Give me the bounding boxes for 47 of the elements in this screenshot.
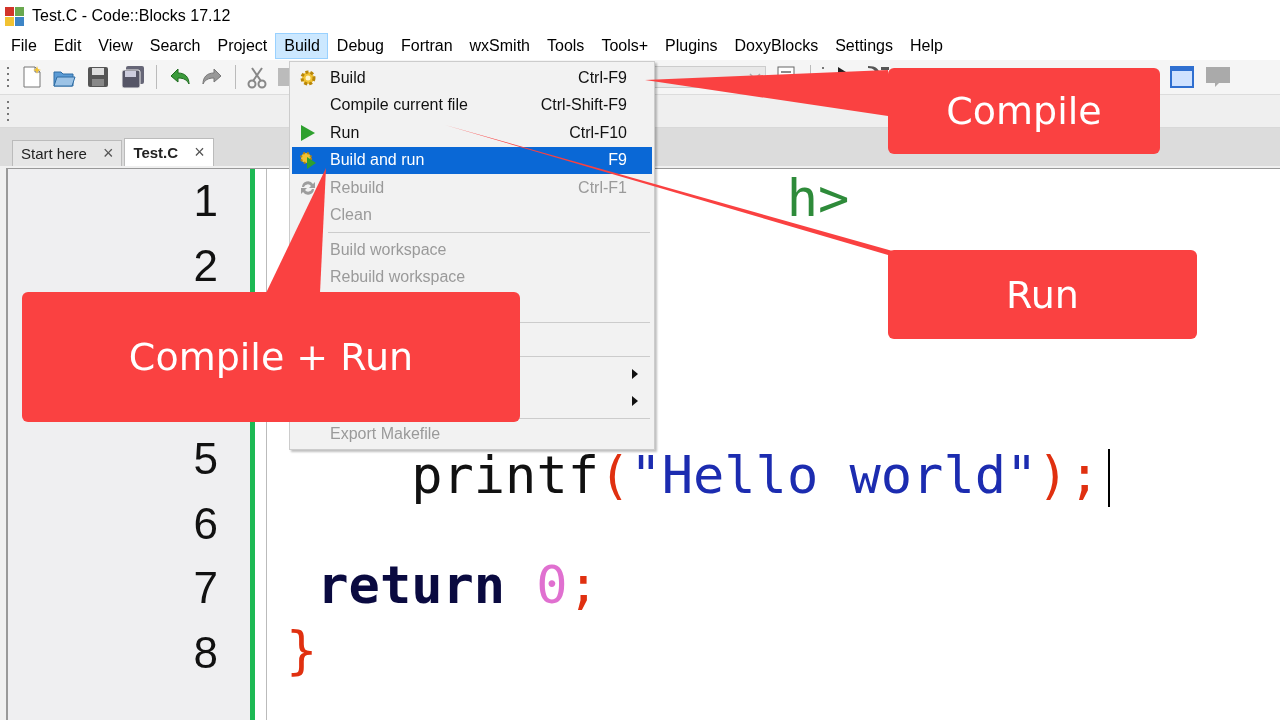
tab-close-button[interactable]: × (102, 143, 114, 164)
save-all-icon[interactable] (120, 65, 146, 89)
annotation-callout: Compile + Run (22, 292, 520, 422)
submenu-arrow-icon (632, 368, 638, 379)
comment-icon[interactable] (1205, 65, 1231, 89)
toolbar-grip[interactable] (6, 65, 10, 89)
code-line: h> (786, 172, 850, 224)
menu-item[interactable]: Compile current file Ctrl-Shift-F9 (292, 91, 652, 119)
save-icon[interactable] (86, 65, 110, 89)
editor-tab[interactable]: Test.C × (124, 138, 214, 166)
code-line: } (286, 623, 318, 676)
menu-item[interactable]: Help (900, 33, 951, 59)
menu-item[interactable]: Settings (826, 33, 901, 59)
menu-item[interactable]: Debug (327, 33, 392, 59)
annotation-callout: Run (888, 250, 1197, 339)
menu-item[interactable]: DoxyBlocks (725, 33, 827, 59)
line-number: 1 (193, 176, 218, 227)
menu-item[interactable]: Search (140, 33, 209, 59)
menu-item[interactable]: Tools+ (592, 33, 657, 59)
line-number: 5 (193, 434, 218, 485)
tab-label: Test.C (133, 144, 179, 161)
tab-close-button[interactable]: × (194, 142, 205, 163)
menu-item[interactable]: wxSmith (460, 33, 538, 59)
menu-item[interactable]: Build and run F9 (292, 146, 652, 174)
menu-item[interactable]: Run Ctrl-F10 (292, 119, 652, 147)
submenu-arrow-icon (632, 396, 638, 407)
menu-item[interactable]: View (89, 33, 141, 59)
line-number: 2 (193, 240, 218, 291)
menu-item[interactable]: Project (208, 33, 276, 59)
editor-tab[interactable]: Start here × (12, 140, 123, 166)
cut-icon[interactable] (246, 65, 268, 89)
code-line: return 0; (317, 559, 599, 611)
line-number: 8 (193, 627, 218, 678)
line-number: 6 (193, 498, 218, 549)
menu-item[interactable]: Build (275, 33, 328, 59)
menu-item[interactable]: File (2, 33, 45, 59)
menu-item[interactable]: Fortran (392, 33, 461, 59)
tab-label: Start here (21, 145, 87, 162)
toolbar-grip[interactable] (6, 99, 10, 123)
menu-item[interactable]: Tools (538, 33, 593, 59)
line-number: 7 (193, 563, 218, 614)
menu-item[interactable]: Plugins (656, 33, 726, 59)
window-icon[interactable] (1169, 65, 1195, 89)
window-title: Test.C - Code::Blocks 17.12 (32, 7, 231, 25)
build-run-icon (298, 150, 318, 171)
app-icon (5, 6, 24, 26)
menu-item[interactable]: Edit (44, 33, 90, 59)
